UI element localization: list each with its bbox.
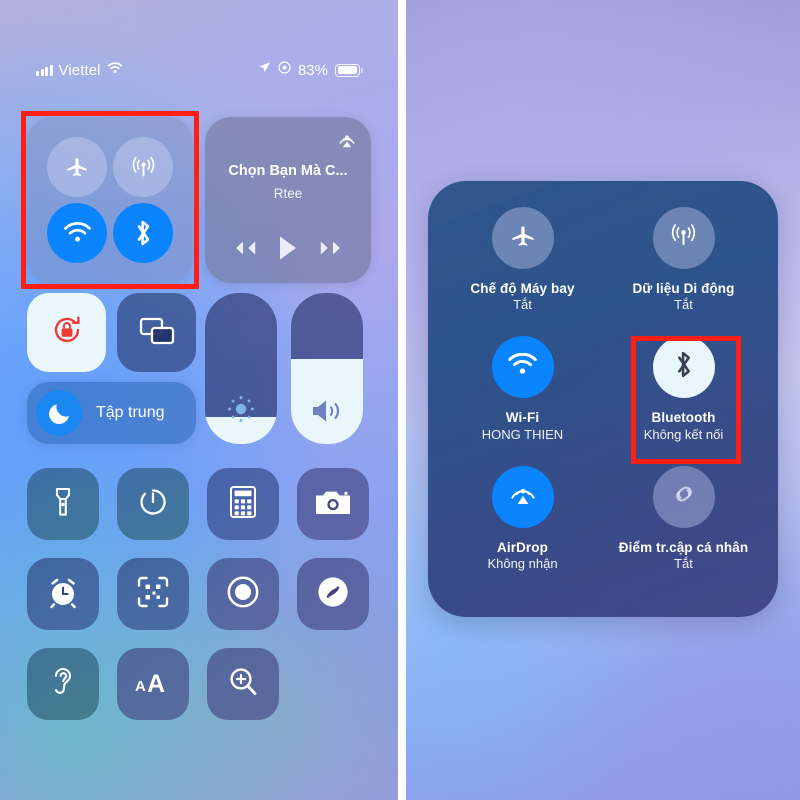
camera-button[interactable] <box>297 468 369 540</box>
screen-mirroring-tile[interactable] <box>117 293 196 372</box>
wifi-icon <box>507 353 538 381</box>
rotation-lock-tile[interactable] <box>27 293 106 372</box>
airplane-mode-toggle[interactable] <box>47 137 107 197</box>
wifi-toggle[interactable] <box>47 203 107 263</box>
item-label: Chế độ Máy bay <box>470 281 575 296</box>
airplane-icon <box>509 222 537 255</box>
focus-label: Tập trung <box>96 404 165 421</box>
screen-mirroring-icon <box>136 312 178 353</box>
cellular-bars-icon <box>36 64 53 76</box>
screenshot-root: Viettel 83% Chọn Bạn Mà C... Rtee Tập tr… <box>0 0 800 800</box>
screen-record-icon <box>225 574 261 615</box>
volume-slider[interactable] <box>291 293 363 444</box>
expanded-airdrop[interactable]: AirDrop Không nhận <box>442 465 603 595</box>
left-phone-panel: Viettel 83% Chọn Bạn Mà C... Rtee Tập tr… <box>0 0 398 800</box>
focus-module[interactable]: Tập trung <box>27 382 196 444</box>
item-label: Wi-Fi <box>505 410 540 426</box>
track-artist: Rtee <box>273 186 303 201</box>
airdrop-icon <box>508 479 538 514</box>
item-state: Không nhận <box>487 555 558 571</box>
airplane-toggle-circle[interactable] <box>491 207 554 269</box>
camera-icon <box>314 487 352 522</box>
brightness-icon <box>205 392 277 426</box>
timer-button[interactable] <box>117 468 189 540</box>
expanded-wifi[interactable]: Wi-Fi HONG THIEN <box>442 336 603 465</box>
bluetooth-icon <box>133 218 153 248</box>
flashlight-icon <box>48 485 78 524</box>
wifi-toggle-circle[interactable] <box>491 336 554 399</box>
expanded-cellular-data[interactable]: Dữ liệu Di động Tắt <box>603 207 764 336</box>
airplane-icon <box>64 154 90 180</box>
track-title: Chọn Bạn Mà C... <box>228 163 348 179</box>
battery-percent-label: 83% <box>297 61 328 79</box>
wifi-icon <box>107 61 123 79</box>
qr-scanner-button[interactable] <box>117 558 189 630</box>
cellular-toggle-circle[interactable] <box>652 207 715 269</box>
connectivity-module[interactable] <box>27 117 193 283</box>
rotation-lock-icon <box>47 310 87 355</box>
svg-text:A: A <box>135 678 146 695</box>
item-state: Tắt <box>513 297 532 313</box>
item-label: Điểm tr.cập cá nhân <box>618 539 749 555</box>
play-icon[interactable] <box>277 235 299 261</box>
item-state: Tắt <box>674 297 693 313</box>
connectivity-expanded-card: Chế độ Máy bay Tắt Dữ liệu Di động Tắt W… <box>428 181 778 617</box>
item-state: Không kết nối <box>643 426 724 442</box>
location-arrow-icon <box>258 61 271 79</box>
control-center: Chọn Bạn Mà C... Rtee Tập trung A A <box>0 0 398 800</box>
text-size-button[interactable]: A A <box>117 648 189 720</box>
brightness-slider[interactable] <box>205 293 277 444</box>
bluetooth-icon <box>673 349 694 385</box>
expanded-personal-hotspot[interactable]: Điểm tr.cập cá nhân Tắt <box>603 465 764 595</box>
magnifier-button[interactable] <box>207 648 279 720</box>
shazam-button[interactable] <box>297 558 369 630</box>
svg-text:A: A <box>147 670 165 697</box>
hotspot-link-icon <box>669 479 699 514</box>
timer-icon <box>136 485 170 524</box>
expanded-bluetooth[interactable]: Bluetooth Không kết nối <box>603 336 764 465</box>
item-label: Bluetooth <box>651 410 716 426</box>
item-state: Tắt <box>674 555 693 571</box>
item-label: AirDrop <box>497 539 548 555</box>
item-label: Dữ liệu Di động <box>632 281 735 296</box>
focus-target-icon <box>278 61 291 79</box>
airdrop-toggle-circle[interactable] <box>491 465 554 528</box>
panel-divider <box>398 0 406 800</box>
airplay-audio-icon[interactable] <box>336 128 358 155</box>
status-bar-left-group: Viettel <box>36 61 123 79</box>
status-bar-right-group: 83% <box>258 61 363 79</box>
cellular-antenna-icon <box>130 154 157 181</box>
shazam-icon <box>316 575 350 614</box>
hearing-ear-icon <box>48 664 78 705</box>
right-phone-panel: Chế độ Máy bay Tắt Dữ liệu Di động Tắt W… <box>406 0 800 800</box>
hotspot-toggle-circle[interactable] <box>652 465 715 528</box>
bluetooth-toggle[interactable] <box>113 203 173 263</box>
qr-code-scanner-icon <box>136 575 170 614</box>
calculator-icon <box>229 485 257 524</box>
playback-controls <box>205 235 371 261</box>
wifi-icon <box>63 222 92 244</box>
alarm-clock-icon <box>46 575 80 614</box>
flashlight-button[interactable] <box>27 468 99 540</box>
volume-icon <box>291 396 363 426</box>
screen-record-button[interactable] <box>207 558 279 630</box>
now-playing-module[interactable]: Chọn Bạn Mà C... Rtee <box>205 117 371 283</box>
connectivity-expanded-grid: Chế độ Máy bay Tắt Dữ liệu Di động Tắt W… <box>428 181 778 617</box>
item-state: HONG THIEN <box>481 426 564 442</box>
alarm-clock-button[interactable] <box>27 558 99 630</box>
rewind-icon[interactable] <box>230 239 258 257</box>
cellular-antenna-icon <box>669 221 698 255</box>
fast-forward-icon[interactable] <box>318 239 346 257</box>
status-bar-left: Viettel 83% <box>0 58 398 82</box>
text-size-icon: A A <box>134 667 172 702</box>
cellular-data-toggle[interactable] <box>113 137 173 197</box>
expanded-airplane-mode[interactable]: Chế độ Máy bay Tắt <box>442 207 603 336</box>
moon-icon <box>36 390 82 436</box>
magnifier-plus-icon <box>226 665 260 704</box>
battery-icon <box>335 63 363 77</box>
hearing-button[interactable] <box>27 648 99 720</box>
carrier-label: Viettel <box>58 61 101 79</box>
bluetooth-toggle-circle[interactable] <box>652 336 715 399</box>
calculator-button[interactable] <box>207 468 279 540</box>
